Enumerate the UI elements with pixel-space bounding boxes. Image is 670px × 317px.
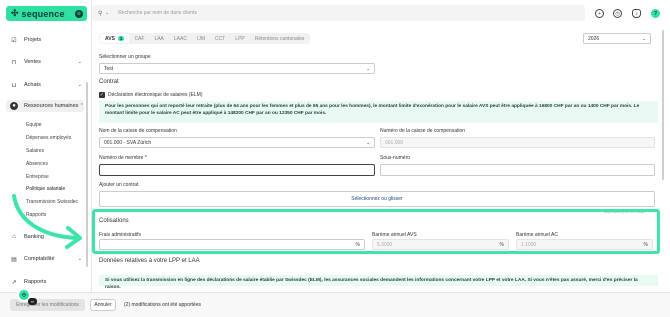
sidebar: ✣ sequence ⊕ ☑ Projets ⊓ Ventes ⌄ ⊔ Acha… — [0, 0, 92, 317]
chevron-down-icon: ⌄ — [366, 65, 370, 71]
sidebar-subitem-equipe[interactable]: Équipe — [26, 122, 42, 128]
clock-icon[interactable]: ◷ — [613, 9, 622, 18]
tab-cct[interactable]: CCT — [210, 34, 230, 43]
app-logo[interactable]: ✣ sequence ⊕ — [6, 6, 87, 21]
people-icon: ● — [10, 102, 18, 110]
add-icon[interactable]: + — [595, 9, 604, 18]
elm-checkbox-label: Déclaration électronique de salaires (EL… — [108, 92, 203, 98]
contrat-section-title: Contrat — [99, 79, 119, 85]
sidebar-subitem-depenses[interactable]: Dépenses employés — [26, 135, 71, 141]
tab-ijm[interactable]: IJM — [192, 34, 210, 43]
tab-lpp[interactable]: LPP — [230, 34, 249, 43]
search-input[interactable]: Recherche par nom de dans clients — [118, 10, 197, 16]
tab-retentions-cantonales[interactable]: Rétentions cantonales — [250, 34, 309, 43]
caisse-name-select[interactable]: 001.000 - SVA Zürich ⌄ — [99, 137, 375, 148]
topbar: ⚲ ⌄ Recherche par nom de dans clients + … — [92, 0, 670, 27]
group-select[interactable]: Test ⌄ — [99, 63, 375, 74]
tab-count-badge: 1 — [117, 36, 125, 41]
check-square-icon: ☑ — [11, 37, 17, 44]
chat-badge-icon: ▪▪ — [28, 298, 37, 305]
logo-badge: ⊕ — [75, 9, 83, 18]
caisse-name-label: Nom de la caisse de compensation — [99, 128, 177, 134]
cart-icon: ⊔ — [11, 82, 17, 89]
sous-numero-input[interactable] — [380, 164, 655, 176]
sidebar-item-label: Projets — [24, 37, 42, 43]
annotation-arrow-icon — [12, 194, 82, 249]
group-select-value: Test — [104, 65, 114, 72]
sidebar-item-label: Comptabilité — [24, 256, 55, 262]
lpp-section-title: Données relatives à votre LPP et LAA — [99, 258, 200, 264]
caisse-name-value: 001.000 - SVA Zürich — [104, 139, 152, 146]
year-select[interactable]: 2026 ⌄ — [583, 33, 651, 44]
tab-laac[interactable]: LAAC — [169, 34, 192, 43]
membre-label: Numéro de membre * — [99, 155, 147, 161]
contract-dropzone[interactable]: Sélectionnez ou glisser — [99, 191, 655, 207]
sidebar-item-rapports[interactable]: ↗ Rapports — [10, 276, 82, 288]
lock-icon: ⊓ — [11, 59, 17, 66]
help-icon[interactable]: ? — [651, 9, 660, 18]
sidebar-item-ressources-humaines[interactable]: ● Ressources humaines ⌃ — [6, 100, 84, 112]
search-icon: ⚲ — [98, 10, 103, 17]
bottom-action-bar: Enregistrer les modifications Annuler (2… — [0, 292, 670, 317]
sidebar-item-achats[interactable]: ⊔ Achats ⌄ — [10, 79, 82, 91]
lpp-info-box: Si vous utilisez la transmission en lign… — [99, 275, 658, 290]
retirement-info-box: Pour les personnes qui ont reporté leur … — [99, 101, 658, 123]
year-select-value: 2026 — [588, 35, 600, 42]
chevron-down-icon[interactable]: ⌄ — [105, 10, 109, 16]
sidebar-item-ventes[interactable]: ⊓ Ventes ⌄ — [10, 56, 82, 68]
elm-checkbox[interactable]: ✓ — [99, 92, 105, 98]
ajouter-contrat-label: Ajouter un contrat — [99, 182, 139, 188]
main-scrollbar[interactable] — [662, 30, 664, 180]
ledger-icon: ▤ — [11, 256, 17, 263]
cotisations-highlight-frame — [92, 209, 660, 254]
tab-label: AVS — [105, 35, 115, 42]
tab-avs[interactable]: AVS 1 — [100, 34, 130, 43]
sidebar-subitem-entreprise[interactable]: Entreprise — [26, 174, 49, 180]
logo-text: sequence — [21, 8, 65, 19]
caisse-num-label: Numéro de la caisse de compensation — [380, 128, 466, 134]
chevron-down-icon: ⌄ — [366, 139, 370, 145]
sidebar-item-label: Rapports — [24, 279, 47, 285]
sous-numero-label: Sous-numéro — [380, 155, 411, 161]
changes-status-text: (2) modifications ont été apportées — [124, 302, 201, 308]
search-bar[interactable]: ⚲ ⌄ Recherche par nom de dans clients — [92, 5, 585, 21]
sidebar-item-label: Achats — [24, 82, 41, 88]
group-label: Sélectionner un groupe — [99, 54, 151, 60]
bell-icon[interactable]: ♪ — [632, 9, 641, 18]
sidebar-item-projets[interactable]: ☑ Projets — [10, 34, 82, 46]
dropzone-link[interactable]: Sélectionnez ou glisser — [351, 196, 402, 202]
chevron-up-icon: ⌃ — [79, 103, 84, 109]
chevron-down-icon: ⌄ — [77, 82, 82, 88]
insurance-tabs: AVS 1 CAF LAA LAAC IJM CCT LPP Rétention… — [99, 33, 311, 44]
sidebar-item-comptabilite[interactable]: ▤ Comptabilité ⌄ — [10, 253, 82, 265]
chart-icon: ↗ — [11, 279, 17, 286]
membre-input[interactable] — [99, 164, 375, 176]
sidebar-item-label: Ventes — [24, 59, 41, 65]
caisse-num-field: 001.000 — [380, 137, 655, 148]
chevron-down-icon: ⌄ — [77, 59, 82, 65]
chevron-down-icon: ⌄ — [642, 35, 646, 41]
tab-caf[interactable]: CAF — [129, 34, 149, 43]
logo-mark-icon: ✣ — [11, 8, 19, 18]
sidebar-subitem-salaires[interactable]: Salaires — [26, 148, 44, 154]
chevron-down-icon: ⌄ — [77, 256, 82, 262]
cancel-button[interactable]: Annuler — [90, 299, 116, 311]
tab-laa[interactable]: LAA — [149, 34, 168, 43]
sidebar-item-label: Ressources humaines — [24, 103, 79, 109]
sidebar-subitem-absences[interactable]: Absences — [26, 161, 48, 167]
